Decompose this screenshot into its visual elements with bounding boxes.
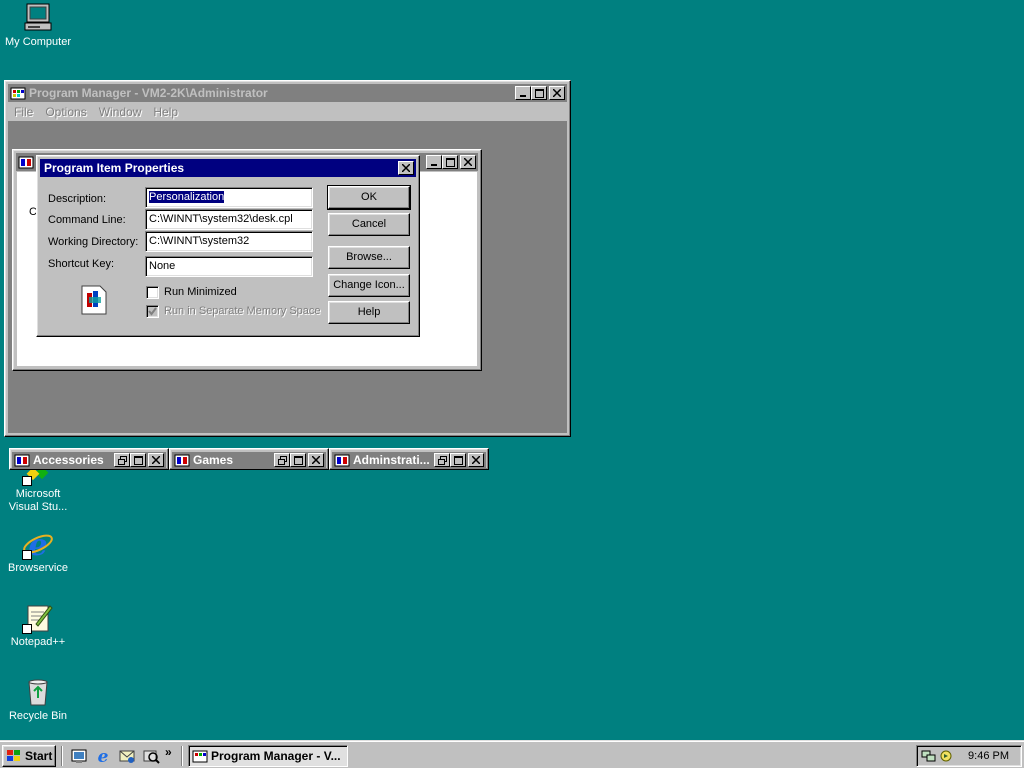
menu-options[interactable]: Options [39, 105, 92, 119]
quicklaunch-show-desktop-icon[interactable] [70, 747, 88, 765]
desktop-icon-browservice[interactable]: e Browservice [0, 528, 76, 575]
program-manager-icon [10, 87, 26, 100]
menu-window[interactable]: Window [93, 105, 148, 119]
working-directory-field[interactable]: C:\WINNT\system32 [145, 231, 313, 252]
system-tray: 9:46 PM [916, 745, 1022, 767]
main-group-maximize-button[interactable] [442, 155, 458, 169]
quicklaunch-outlook-icon[interactable] [118, 747, 136, 765]
minimize-button[interactable] [515, 86, 531, 100]
command-line-field[interactable]: C:\WINNT\system32\desk.cpl [145, 209, 313, 230]
desktop-icon-label: My Computer [4, 36, 72, 48]
start-button[interactable]: Start [2, 745, 56, 767]
program-manager-title: Program Manager - VM2-2K\Administrator [29, 86, 268, 100]
taskbar: Start e » Program Manager - V... 9:46 PM [0, 740, 1024, 768]
change-icon-button[interactable]: Change Icon... [328, 274, 410, 297]
desktop-icon-notepad-plus-plus[interactable]: Notepad++ [0, 602, 76, 649]
start-label: Start [25, 749, 53, 763]
group-title: Games [193, 453, 234, 467]
menu-file[interactable]: File [8, 105, 39, 119]
program-item-properties-dialog[interactable]: Program Item Properties Description: Per… [36, 155, 420, 337]
ok-button[interactable]: OK [327, 185, 411, 210]
network-icon[interactable] [921, 748, 937, 764]
minimized-group-games[interactable]: Games [169, 448, 329, 470]
group-icon [18, 156, 34, 169]
description-field[interactable]: Personalization [145, 187, 313, 208]
main-group-close-button[interactable] [460, 155, 476, 169]
close-button[interactable] [468, 453, 484, 467]
quicklaunch-explorer-icon[interactable] [142, 747, 160, 765]
help-button[interactable]: Help [328, 301, 410, 324]
internet-explorer-icon: e [22, 528, 54, 563]
desktop-icon-my-computer[interactable]: My Computer [0, 2, 76, 49]
desktop-icon-label: Recycle Bin [8, 710, 68, 722]
minimized-group-administrative[interactable]: Adminstrati... [329, 448, 489, 470]
maximize-button[interactable] [290, 453, 306, 467]
close-button[interactable] [549, 86, 565, 100]
restore-button[interactable] [114, 453, 130, 467]
desktop-icon-recycle-bin[interactable]: Recycle Bin [0, 676, 76, 723]
command-line-value: C:\WINNT\system32\desk.cpl [149, 213, 293, 225]
taskbar-item-program-manager[interactable]: Program Manager - V... [188, 745, 348, 767]
clock[interactable]: 9:46 PM [968, 750, 1009, 762]
maximize-button[interactable] [130, 453, 146, 467]
working-directory-value: C:\WINNT\system32 [149, 235, 250, 247]
description-label: Description: [48, 193, 107, 205]
windows-logo-icon [7, 750, 20, 761]
shortcut-key-field[interactable]: None [145, 256, 313, 277]
main-group-minimize-button[interactable] [426, 155, 442, 169]
description-value: Personalization [149, 191, 225, 203]
run-minimized-checkbox[interactable] [146, 286, 159, 299]
desktop-icon-label: Microsoft Visual Stu... [8, 488, 68, 513]
program-manager-titlebar[interactable]: Program Manager - VM2-2K\Administrator [8, 84, 567, 102]
separate-memory-label: Run in Separate Memory Space [164, 305, 321, 317]
program-manager-icon [192, 750, 208, 763]
notepad-plus-plus-icon [22, 602, 54, 634]
taskbar-item-label: Program Manager - V... [211, 749, 341, 763]
browse-button[interactable]: Browse... [328, 246, 410, 269]
group-title: Adminstrati... [353, 453, 430, 467]
separate-memory-checkbox [146, 305, 159, 318]
dialog-titlebar[interactable]: Program Item Properties [40, 159, 416, 177]
svg-text:e: e [98, 747, 109, 765]
recycle-bin-icon [22, 676, 54, 708]
taskbar-separator [61, 746, 63, 766]
group-title: Accessories [33, 453, 104, 467]
group-icon [14, 454, 30, 467]
quicklaunch-chevron[interactable]: » [165, 745, 172, 759]
dialog-title: Program Item Properties [44, 161, 185, 175]
program-item-icon [80, 285, 108, 315]
restore-button[interactable] [434, 453, 450, 467]
menu-help[interactable]: Help [147, 105, 184, 119]
volume-icon[interactable] [939, 748, 953, 764]
working-directory-label: Working Directory: [48, 236, 139, 248]
close-button[interactable] [308, 453, 324, 467]
run-minimized-label: Run Minimized [164, 286, 237, 298]
group-icon [334, 454, 350, 467]
maximize-button[interactable] [450, 453, 466, 467]
dialog-close-button[interactable] [398, 161, 414, 175]
quicklaunch-internet-explorer-icon[interactable]: e [94, 747, 112, 767]
maximize-button[interactable] [531, 86, 547, 100]
close-button[interactable] [148, 453, 164, 467]
restore-button[interactable] [274, 453, 290, 467]
minimized-group-accessories[interactable]: Accessories [9, 448, 169, 470]
shortcut-key-value: None [149, 260, 176, 272]
group-icon [174, 454, 190, 467]
command-line-label: Command Line: [48, 214, 126, 226]
shortcut-key-label: Shortcut Key: [48, 258, 115, 270]
program-manager-menubar: File Options Window Help [8, 103, 567, 121]
desktop-icon-label: Notepad++ [10, 636, 66, 648]
my-computer-icon [22, 2, 54, 34]
desktop-icon-label: Browservice [8, 562, 68, 574]
cancel-button[interactable]: Cancel [328, 213, 410, 236]
taskbar-separator [181, 746, 183, 766]
